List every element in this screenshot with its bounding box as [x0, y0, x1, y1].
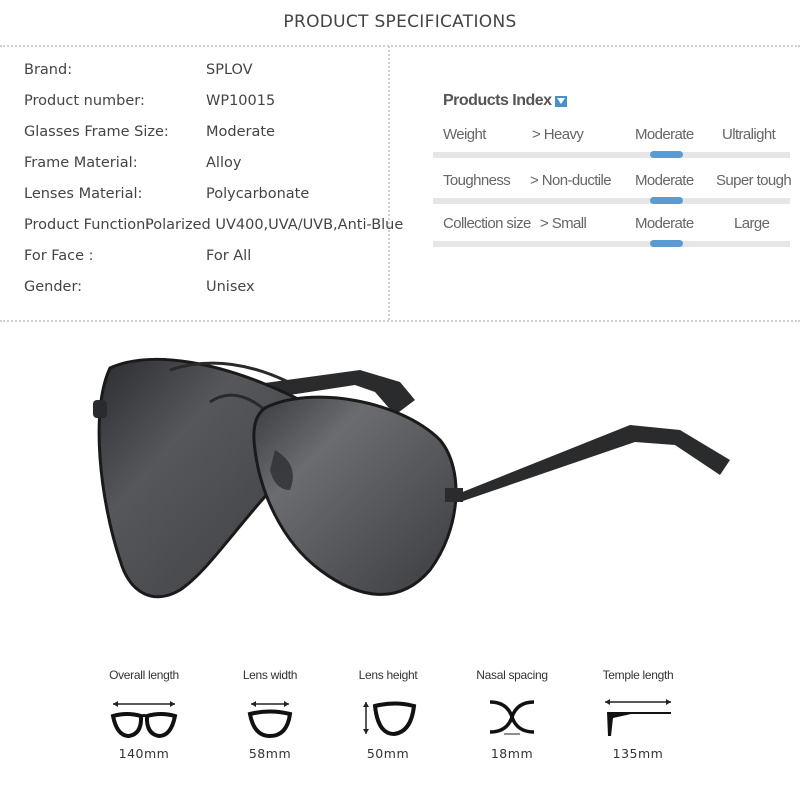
spec-value: WP10015	[206, 93, 276, 109]
spec-row-frame-size: Glasses Frame Size: Moderate	[24, 124, 394, 155]
dimension-label: Temple length	[602, 668, 674, 682]
spec-label: Product Function:	[24, 217, 151, 233]
index-option-low: > Heavy	[532, 126, 584, 143]
spec-label: Glasses Frame Size:	[24, 124, 169, 140]
index-option-mid: Moderate	[635, 215, 694, 232]
index-option-high: Large	[734, 215, 770, 232]
spec-value: Polycarbonate	[206, 186, 310, 202]
spec-value: For All	[206, 248, 252, 264]
dimension-temple-length: Temple length 135mm	[568, 668, 708, 761]
lens-height-icon	[318, 688, 458, 746]
spec-value: Alloy	[206, 155, 242, 171]
specifications-list: Brand: SPLOV Product number: WP10015 Gla…	[24, 62, 403, 310]
spec-row-brand: Brand: SPLOV	[24, 62, 394, 93]
index-option-high: Super tough	[716, 172, 792, 189]
index-option-low: > Small	[540, 215, 587, 232]
spec-row-for-face: For Face : For All	[24, 248, 394, 279]
dimension-value: 135mm	[612, 746, 664, 761]
dimensions-section: Overall length 140mm Lens width 58mm Len…	[0, 668, 800, 788]
spec-row-lenses-material: Lenses Material: Polycarbonate	[24, 186, 394, 217]
divider-top	[0, 45, 800, 47]
index-indicator	[650, 197, 683, 204]
spec-value: Polarized UV400,UVA/UVB,Anti-Blue	[145, 217, 404, 233]
spec-label: Gender:	[24, 279, 83, 295]
divider-middle	[0, 320, 800, 322]
dimension-value: 50mm	[366, 746, 410, 761]
index-track	[433, 198, 790, 204]
spec-value: SPLOV	[206, 62, 253, 78]
spec-value: Unisex	[206, 279, 255, 295]
nasal-spacing-icon	[442, 688, 582, 746]
index-indicator	[650, 240, 683, 247]
index-track	[433, 241, 790, 247]
dimension-lens-height: Lens height 50mm	[318, 668, 458, 761]
index-row-name: Collection size	[443, 215, 531, 232]
index-option-high: Ultralight	[722, 126, 776, 143]
spec-value: Moderate	[206, 124, 275, 140]
dimension-label: Nasal spacing	[476, 668, 548, 682]
spec-label: Lenses Material:	[24, 186, 143, 202]
index-row-collection-size: Collection size > Small Moderate Large	[430, 215, 800, 255]
dimension-value: 18mm	[490, 746, 534, 761]
temple-length-icon	[568, 688, 708, 746]
spec-label: For Face :	[24, 248, 94, 264]
index-row-toughness: Toughness > Non-ductile Moderate Super t…	[430, 172, 800, 212]
index-option-low: > Non-ductile	[530, 172, 612, 189]
index-track	[433, 152, 790, 158]
spec-label: Frame Material:	[24, 155, 138, 171]
dimension-value: 140mm	[118, 746, 170, 761]
index-row-weight: Weight > Heavy Moderate Ultralight	[430, 126, 800, 166]
sunglasses-illustration	[93, 357, 730, 599]
dimension-label: Lens height	[358, 668, 418, 682]
index-row-name: Toughness	[443, 172, 511, 189]
spec-label: Brand:	[24, 62, 73, 78]
products-index-title: Products Index	[443, 92, 552, 109]
spec-label: Product number:	[24, 93, 145, 109]
index-row-name: Weight	[443, 126, 486, 143]
dimension-overall-length: Overall length 140mm	[74, 668, 214, 761]
index-option-mid: Moderate	[635, 126, 694, 143]
overall-length-icon	[74, 688, 214, 746]
dimension-nasal-spacing: Nasal spacing 18mm	[442, 668, 582, 761]
index-option-mid: Moderate	[635, 172, 694, 189]
spec-row-gender: Gender: Unisex	[24, 279, 394, 310]
spec-row-product-number: Product number: WP10015	[24, 93, 394, 124]
index-indicator	[650, 151, 683, 158]
page-title: PRODUCT SPECIFICATIONS	[283, 12, 517, 32]
product-image	[60, 330, 760, 620]
dimension-label: Overall length	[109, 668, 179, 682]
spec-row-product-function: Product Function: Polarized UV400,UVA/UV…	[24, 217, 403, 248]
checkbox-down-icon	[555, 96, 567, 107]
spec-row-frame-material: Frame Material: Alloy	[24, 155, 394, 186]
